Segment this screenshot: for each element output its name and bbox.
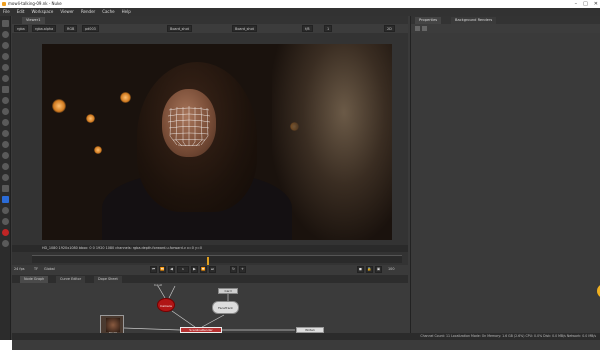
node-panel-tabs: Node Graph Curve Editor Dope Sheet bbox=[12, 275, 408, 283]
ocula-tool-icon[interactable] bbox=[2, 207, 9, 214]
settings-tool-icon[interactable] bbox=[2, 240, 9, 247]
tab-properties[interactable]: Properties bbox=[415, 17, 442, 24]
properties-panel: Properties Background Renders bbox=[410, 16, 600, 333]
3d-tool-icon[interactable] bbox=[2, 119, 9, 126]
view-mode-dropdown[interactable]: 2D bbox=[384, 25, 395, 32]
tab-viewer1[interactable]: Viewer1 bbox=[22, 17, 45, 24]
status-bar: Channel Count: 11 Localization Mode: On … bbox=[12, 333, 600, 340]
left-toolbar bbox=[0, 16, 11, 340]
tab-dope-sheet[interactable]: Dope Sheet bbox=[94, 276, 122, 283]
card-node[interactable]: Card bbox=[218, 288, 238, 294]
next-keyframe-button[interactable]: ⏩ bbox=[200, 266, 207, 273]
window-title: mowli-talking-09.nk - Nuke bbox=[8, 1, 62, 6]
viewer-canvas[interactable]: HD_1080 bbox=[12, 33, 408, 249]
fps-label[interactable]: 24 fps bbox=[14, 267, 25, 271]
blink-tool-icon[interactable] bbox=[2, 196, 9, 203]
last-frame-button[interactable]: ⏭ bbox=[209, 266, 216, 273]
current-frame-field[interactable]: 1 bbox=[177, 266, 189, 273]
increment-button[interactable]: + bbox=[239, 266, 246, 273]
tab-node-graph[interactable]: Node Graph bbox=[20, 276, 49, 283]
metadata-tool-icon[interactable] bbox=[2, 141, 9, 148]
b-input-dropdown[interactable]: Board_shot bbox=[167, 25, 192, 32]
window-controls: – □ ✕ bbox=[575, 0, 598, 8]
furnace-tool-icon[interactable] bbox=[2, 174, 9, 181]
colorspace-dropdown[interactable]: RGB bbox=[64, 25, 78, 32]
camera-node[interactable]: Camera bbox=[157, 298, 175, 312]
filter-tool-icon[interactable] bbox=[2, 75, 9, 82]
cara-tool-icon[interactable] bbox=[2, 185, 9, 192]
minimize-button[interactable]: – bbox=[575, 0, 578, 8]
viewer-info-bar: HD_1080 1920x1080 bbox: 0 0 1920 1080 ch… bbox=[12, 245, 408, 252]
camera-input-label: Input bbox=[154, 283, 162, 287]
menu-cache[interactable]: Cache bbox=[102, 8, 114, 16]
read-thumbnail-image bbox=[106, 318, 120, 332]
b-value-dropdown[interactable]: Board_shot bbox=[232, 25, 257, 32]
maximize-button[interactable]: □ bbox=[583, 0, 588, 8]
toolsets-tool-icon[interactable] bbox=[2, 152, 9, 159]
nuke-app-icon bbox=[2, 2, 6, 6]
zoom-control[interactable]: f/8 bbox=[302, 25, 313, 32]
gain-control[interactable]: 1 bbox=[324, 25, 333, 32]
menu-bar: File Edit Workspace Viewer Render Cache … bbox=[0, 8, 600, 16]
properties-toolbar bbox=[411, 24, 600, 33]
play-forward-button[interactable]: ▶ bbox=[191, 266, 198, 273]
color-tool-icon[interactable] bbox=[2, 64, 9, 71]
cache-button[interactable]: ◼ bbox=[357, 266, 364, 273]
menu-render[interactable]: Render bbox=[81, 8, 95, 16]
viewer-tab-bar: Viewer1 bbox=[12, 16, 408, 24]
transform-tool-icon[interactable] bbox=[2, 108, 9, 115]
close-button[interactable]: ✕ bbox=[594, 0, 598, 8]
frame-mode-dropdown[interactable]: TF bbox=[34, 267, 38, 271]
first-frame-button[interactable]: ⏮ bbox=[150, 266, 157, 273]
timeline-track[interactable] bbox=[32, 255, 402, 267]
app-body: Viewer1 rgba rgba.alpha RGB pd003 Board_… bbox=[0, 16, 600, 350]
air-tool-icon[interactable] bbox=[2, 218, 9, 225]
range-mode-dropdown[interactable]: Global bbox=[44, 267, 55, 271]
merge-tool-icon[interactable] bbox=[2, 97, 9, 104]
end-frame-field[interactable]: 100 bbox=[388, 267, 394, 271]
bokeh-light bbox=[120, 92, 131, 103]
viewer-image[interactable] bbox=[42, 44, 392, 240]
timeline[interactable] bbox=[12, 252, 408, 267]
menu-viewer[interactable]: Viewer bbox=[60, 8, 74, 16]
play-backward-button[interactable]: ◀ bbox=[168, 266, 175, 273]
layer-dropdown[interactable]: rgba.alpha bbox=[32, 25, 57, 32]
tab-curve-editor[interactable]: Curve Editor bbox=[56, 276, 86, 283]
ml-tool-icon[interactable] bbox=[2, 229, 9, 236]
bokeh-light bbox=[94, 146, 102, 154]
other-tool-icon[interactable] bbox=[2, 163, 9, 170]
menu-edit[interactable]: Edit bbox=[17, 8, 25, 16]
menu-help[interactable]: Help bbox=[122, 8, 131, 16]
facetrack-node[interactable]: FaceTrack bbox=[212, 301, 239, 314]
face-tracking-mesh[interactable] bbox=[167, 106, 211, 146]
draw-tool-icon[interactable] bbox=[2, 31, 9, 38]
time-tool-icon[interactable] bbox=[2, 42, 9, 49]
bokeh-light bbox=[52, 99, 66, 113]
viewer-controls: rgba rgba.alpha RGB pd003 Board_shot Boa… bbox=[12, 24, 408, 33]
image-tool-icon[interactable] bbox=[2, 20, 9, 27]
properties-tab-bar: Properties Background Renders bbox=[411, 16, 600, 24]
playback-controls: 24 fps TF Global ⏮ ⏪ ◀ 1 ▶ ⏩ ⏭ ↻ + ◼ 🔒 ▣… bbox=[12, 265, 408, 275]
tab-background-renders[interactable]: Background Renders bbox=[451, 17, 497, 24]
window-titlebar: mowli-talking-09.nk - Nuke – □ ✕ bbox=[0, 0, 600, 8]
bokeh-light bbox=[86, 114, 95, 123]
lock-button[interactable]: 🔒 bbox=[366, 266, 373, 273]
monitor-button[interactable]: ▣ bbox=[375, 266, 382, 273]
keyer-tool-icon[interactable] bbox=[2, 86, 9, 93]
loop-button[interactable]: ↻ bbox=[230, 266, 237, 273]
node-count-icon[interactable] bbox=[415, 26, 420, 31]
clear-properties-icon[interactable] bbox=[422, 26, 427, 31]
menu-file[interactable]: File bbox=[3, 8, 10, 16]
prev-keyframe-button[interactable]: ⏪ bbox=[159, 266, 166, 273]
views-tool-icon[interactable] bbox=[2, 130, 9, 137]
a-input-dropdown[interactable]: pd003 bbox=[82, 25, 99, 32]
channel-tool-icon[interactable] bbox=[2, 53, 9, 60]
menu-workspace[interactable]: Workspace bbox=[31, 8, 53, 16]
channels-dropdown[interactable]: rgba bbox=[14, 25, 28, 32]
